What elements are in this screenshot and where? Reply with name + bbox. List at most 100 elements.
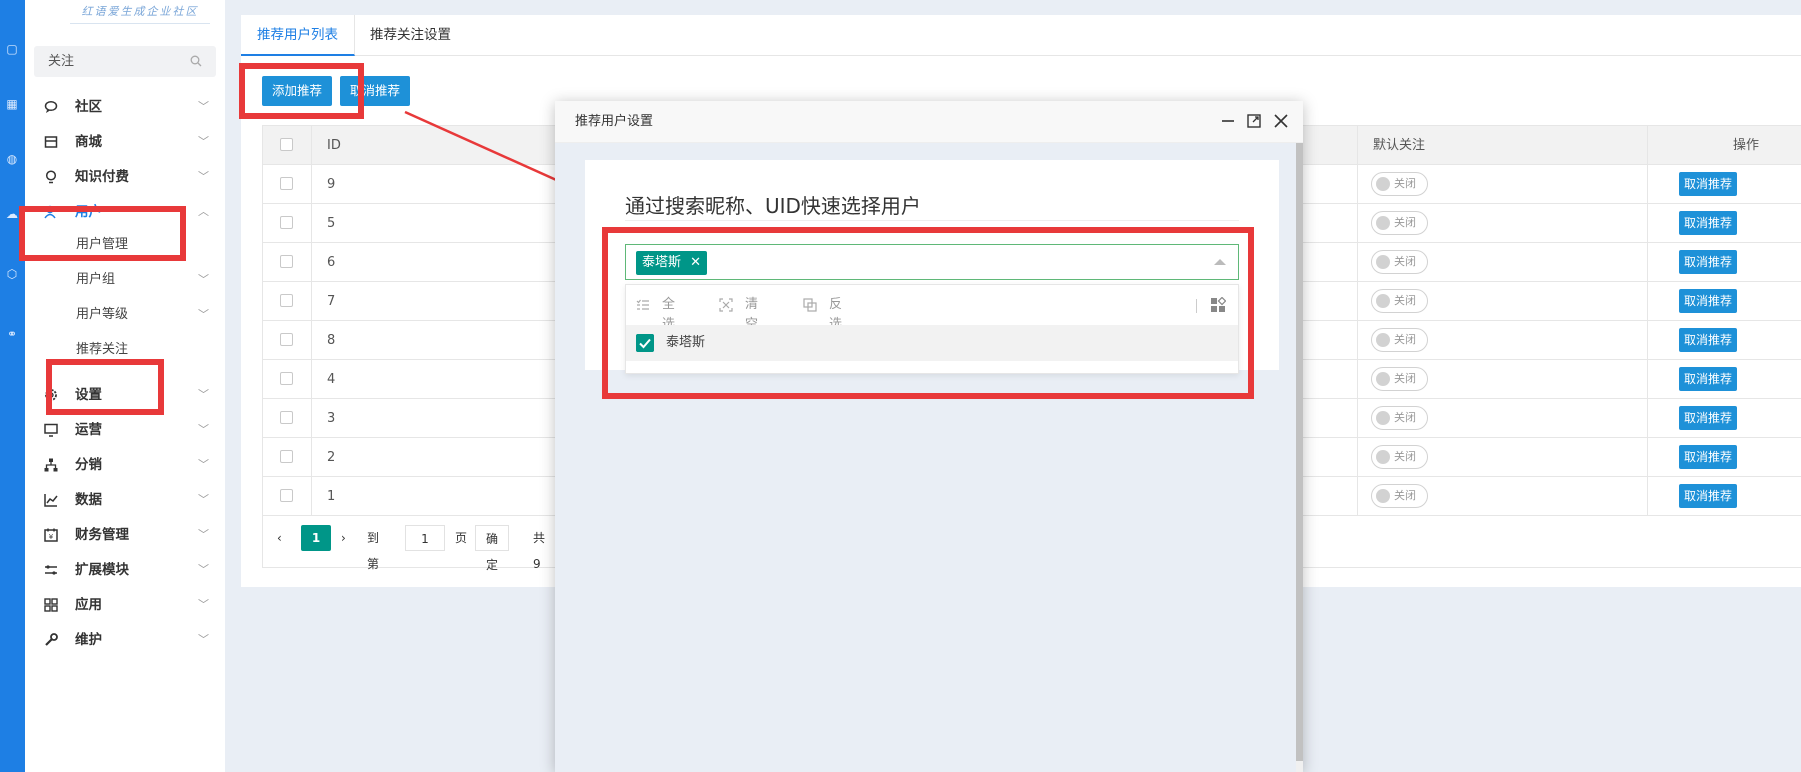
nav-item-settings[interactable]: 设置 ﹀ — [25, 377, 225, 413]
chevron-down-icon: ﹀ — [198, 528, 209, 541]
sub-item-user-manage[interactable]: 用户管理 — [25, 227, 225, 263]
dialog-title: 推荐用户设置 — [575, 114, 654, 129]
cell-id: 3 — [327, 411, 336, 426]
current-page[interactable]: 1 — [301, 525, 331, 551]
row-checkbox[interactable] — [280, 372, 293, 385]
row-cancel-button[interactable]: 取消推荐 — [1679, 172, 1738, 196]
minimize-icon[interactable] — [1219, 112, 1237, 130]
row-checkbox[interactable] — [280, 216, 293, 229]
nav-item-user[interactable]: 用户 ︿ — [25, 194, 225, 230]
row-checkbox[interactable] — [280, 450, 293, 463]
default-follow-switch[interactable]: 关闭 — [1371, 172, 1428, 196]
shield-icon[interactable]: ⬡ — [3, 265, 21, 283]
globe-icon[interactable]: ◍ — [3, 150, 21, 168]
default-follow-switch[interactable]: 关闭 — [1371, 484, 1428, 508]
row-checkbox[interactable] — [280, 489, 293, 502]
row-checkbox[interactable] — [280, 411, 293, 424]
nav-item-apps[interactable]: 应用 ﹀ — [25, 587, 225, 623]
default-follow-switch[interactable]: 关闭 — [1371, 289, 1428, 313]
row-cancel-button[interactable]: 取消推荐 — [1679, 367, 1738, 391]
wrench-icon — [45, 633, 58, 646]
grid-icon[interactable]: ▦ — [3, 95, 21, 113]
cell-id: 4 — [327, 372, 336, 387]
row-cancel-button[interactable]: 取消推荐 — [1679, 211, 1738, 235]
chevron-down-icon: ﹀ — [198, 273, 209, 286]
dialog-header: 推荐用户设置 — [555, 101, 1303, 143]
user-icon — [44, 205, 56, 219]
sub-item-user-group[interactable]: 用户组 ﹀ — [25, 262, 225, 298]
default-follow-switch[interactable]: 关闭 — [1371, 211, 1428, 235]
finance-icon: ¥ — [44, 528, 58, 542]
cell-id: 1 — [327, 489, 336, 504]
cell-id: 7 — [327, 294, 336, 309]
row-checkbox[interactable] — [280, 333, 293, 346]
nav-item-distribution[interactable]: 分销 ﹀ — [25, 447, 225, 483]
cancel-recommend-button[interactable]: 取消推荐 — [340, 76, 411, 106]
nav-item-shop[interactable]: 商城 ﹀ — [25, 124, 225, 160]
nav-item-data[interactable]: 数据 ﹀ — [25, 482, 225, 518]
row-cancel-button[interactable]: 取消推荐 — [1679, 289, 1738, 313]
sub-item-user-level[interactable]: 用户等级 ﹀ — [25, 297, 225, 333]
maximize-icon[interactable] — [1245, 112, 1263, 130]
nav-item-community[interactable]: 社区 ﹀ — [25, 89, 225, 125]
sub-item-recommend-follow[interactable]: 推荐关注 — [25, 332, 225, 368]
user-option[interactable]: 泰塔斯 — [626, 325, 1238, 361]
search-icon — [190, 55, 202, 67]
chevron-down-icon: ﹀ — [198, 493, 209, 506]
tab-recommend-settings[interactable]: 推荐关注设置 — [354, 15, 467, 56]
tab-recommend-list[interactable]: 推荐用户列表 — [241, 15, 355, 56]
sidebar-search[interactable]: 关注 — [34, 46, 216, 77]
goto-label: 到第 — [367, 531, 380, 571]
chevron-down-icon: ﹀ — [198, 633, 209, 646]
row-cancel-button[interactable]: 取消推荐 — [1679, 328, 1738, 352]
default-follow-switch[interactable]: 关闭 — [1371, 250, 1428, 274]
next-page-icon[interactable]: › — [341, 525, 355, 551]
header-default-follow: 默认关注 — [1373, 138, 1426, 153]
list-check-icon — [636, 299, 649, 310]
row-checkbox[interactable] — [280, 177, 293, 190]
dialog-scrollbar[interactable] — [1296, 143, 1303, 772]
close-icon[interactable] — [1272, 112, 1290, 130]
row-cancel-button[interactable]: 取消推荐 — [1679, 445, 1738, 469]
chevron-down-icon: ﹀ — [198, 100, 209, 113]
tool-divider — [1196, 299, 1197, 313]
selected-user-chip: 泰塔斯 ✕ — [636, 251, 708, 275]
caret-up-icon[interactable] — [1214, 259, 1226, 265]
monitor-icon[interactable]: ▢ — [3, 40, 21, 58]
nav-item-finance[interactable]: ¥ 财务管理 ﹀ — [25, 517, 225, 553]
default-follow-switch[interactable]: 关闭 — [1371, 406, 1428, 430]
default-follow-switch[interactable]: 关闭 — [1371, 328, 1428, 352]
row-cancel-button[interactable]: 取消推荐 — [1679, 484, 1738, 508]
add-recommend-button[interactable]: 添加推荐 — [262, 76, 333, 106]
grid-settings-icon[interactable] — [1210, 297, 1226, 313]
goto-confirm-button[interactable]: 确定 — [475, 525, 510, 572]
default-follow-switch[interactable]: 关闭 — [1371, 445, 1428, 469]
invert-icon — [803, 298, 817, 312]
page-input[interactable]: 1 — [405, 525, 445, 551]
row-cancel-button[interactable]: 取消推荐 — [1679, 406, 1738, 430]
logo: 红语爱生成企业社区 — [70, 0, 210, 24]
row-checkbox[interactable] — [280, 294, 293, 307]
cell-id: 2 — [327, 450, 336, 465]
nav-item-extensions[interactable]: 扩展模块 ﹀ — [25, 552, 225, 588]
user-select-panel: 通过搜索昵称、UID快速选择用户 泰塔斯 ✕ 全选 清空 — [585, 160, 1279, 374]
cloud-icon[interactable]: ☁ — [3, 205, 21, 223]
cell-id: 8 — [327, 333, 336, 348]
nav-item-maintenance[interactable]: 维护 ﹀ — [25, 622, 225, 658]
row-checkbox[interactable] — [280, 255, 293, 268]
panel-title: 通过搜索昵称、UID快速选择用户 — [625, 194, 921, 218]
prev-page-icon[interactable]: ‹ — [277, 525, 291, 551]
sidebar: 红语爱生成企业社区 关注 社区 ﹀ 商城 ﹀ 知识付费 ﹀ 用户 ︿ 用户管理 … — [25, 0, 225, 772]
nav-item-operations[interactable]: 运营 ﹀ — [25, 412, 225, 448]
select-all-checkbox[interactable] — [280, 138, 293, 151]
nav-item-knowledge[interactable]: 知识付费 ﹀ — [25, 159, 225, 195]
chevron-up-icon: ︿ — [198, 205, 209, 218]
link-icon[interactable]: ⚭ — [3, 325, 21, 343]
remove-chip-icon[interactable]: ✕ — [690, 251, 701, 275]
row-cancel-button[interactable]: 取消推荐 — [1679, 250, 1738, 274]
total-count: 共 9 — [533, 531, 546, 571]
tree-icon — [44, 458, 58, 472]
default-follow-switch[interactable]: 关闭 — [1371, 367, 1428, 391]
user-multi-select[interactable]: 泰塔斯 ✕ — [625, 244, 1239, 280]
shop-icon — [44, 136, 58, 148]
